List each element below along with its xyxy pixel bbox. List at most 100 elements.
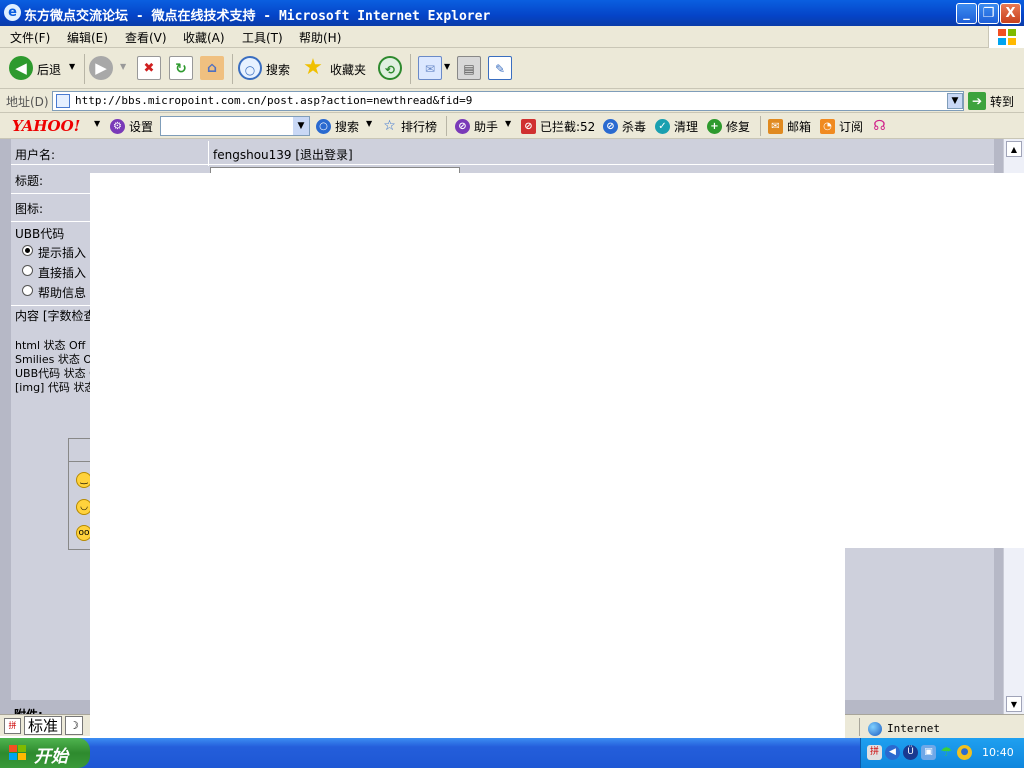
ubb-direct-label[interactable]: 直接插入 (38, 264, 86, 281)
antivirus-icon[interactable]: ⊘ (603, 119, 618, 134)
yahoo-settings[interactable]: 设置 (129, 118, 153, 135)
favorites-star-icon[interactable]: ★ (301, 56, 325, 80)
yahoo-search-dropdown-arrow-icon[interactable]: ▼ (366, 119, 372, 128)
maximize-button[interactable]: ❐ (978, 3, 999, 24)
scroll-down-icon[interactable]: ▼ (1006, 696, 1022, 712)
network-icon[interactable]: ▣ (921, 745, 936, 760)
assistant-dropdown-icon[interactable]: ▼ (505, 119, 511, 128)
stop-icon[interactable]: ✖ (137, 56, 161, 80)
clean-icon[interactable]: ✓ (655, 119, 670, 134)
messenger-icon[interactable]: ● (957, 745, 972, 760)
yahoo-mail[interactable]: 邮箱 (787, 118, 811, 135)
yahoo-clean[interactable]: 清理 (674, 118, 698, 135)
settings-icon[interactable]: ⚙ (110, 119, 125, 134)
content-label[interactable]: 内容 [字数检查 (15, 307, 96, 324)
ime-toolbar: 拼 标准 ☽ (0, 714, 90, 736)
yahoo-subscribe[interactable]: 订阅 (839, 118, 863, 135)
ime-icon[interactable]: 拼 (4, 718, 21, 734)
yahoo-search-button[interactable]: 搜索 (335, 118, 359, 135)
ubb-prompt-label[interactable]: 提示插入 (38, 244, 86, 261)
ime-half-width-icon[interactable]: ☽ (65, 716, 83, 735)
title-bar[interactable]: e 东方微点交流论坛 - 微点在线技术支持 - Microsoft Intern… (0, 0, 1024, 26)
ubb-label: UBB代码 (15, 227, 65, 241)
minimize-button[interactable]: _ (956, 3, 977, 24)
yahoo-blocked-count[interactable]: 已拦截:52 (540, 118, 595, 135)
window-title: 东方微点交流论坛 - 微点在线技术支持 - Microsoft Internet… (24, 9, 491, 24)
yahoo-logo[interactable]: YAHOO! (12, 117, 80, 135)
search-button-label[interactable]: 搜索 (266, 61, 290, 78)
ime-mode[interactable]: 标准 (24, 716, 62, 735)
umbrella-icon[interactable]: ☂ (939, 745, 954, 760)
menu-edit[interactable]: 编辑(E) (67, 29, 108, 46)
img-status: [img] 代码 状态 (15, 381, 96, 394)
ranking-star-icon[interactable]: ☆ (382, 119, 397, 134)
menu-tools[interactable]: 工具(T) (242, 29, 283, 46)
ubb-prompt-radio[interactable] (22, 245, 33, 256)
taskbar: 开始 拼 ◀ Ü ▣ ☂ ● 10:40 (0, 738, 1024, 768)
system-tray: 拼 ◀ Ü ▣ ☂ ● 10:40 (860, 738, 1024, 768)
address-bar: 地址(D) http://bbs.micropoint.com.cn/post.… (0, 89, 1024, 113)
address-dropdown-icon[interactable]: ▼ (947, 93, 963, 109)
close-button[interactable]: X (1000, 3, 1021, 24)
forward-arrow-icon[interactable]: ▶ (89, 56, 113, 80)
home-icon[interactable]: ⌂ (200, 56, 224, 80)
back-dropdown-icon[interactable]: ▼ (69, 62, 75, 71)
start-button[interactable]: 开始 (0, 738, 90, 768)
forward-dropdown-icon[interactable]: ▼ (120, 62, 126, 71)
menu-favorites[interactable]: 收藏(A) (183, 29, 225, 46)
favorites-button-label[interactable]: 收藏夹 (330, 61, 366, 78)
icon-label: 图标: (15, 202, 44, 216)
go-arrow-icon[interactable]: ➔ (968, 92, 986, 110)
occluded-region (90, 173, 845, 768)
popup-blocker-icon[interactable]: ⊘ (521, 119, 536, 134)
mail-icon[interactable]: ✉ (418, 56, 442, 80)
headphones-icon[interactable]: ☊ (872, 119, 887, 134)
back-button-label[interactable]: 后退 (37, 61, 61, 78)
edit-icon[interactable]: ✎ (488, 56, 512, 80)
internet-globe-icon (868, 722, 882, 736)
yahoo-repair[interactable]: 修复 (726, 118, 750, 135)
scroll-up-icon[interactable]: ▲ (1006, 141, 1022, 157)
title-label: 标题: (15, 174, 44, 188)
back-arrow-icon[interactable]: ◀ (9, 56, 33, 80)
mail-dropdown-icon[interactable]: ▼ (444, 62, 450, 71)
username-value[interactable]: fengshou139 [退出登录] (213, 146, 353, 163)
ubb-help-label[interactable]: 帮助信息 (38, 284, 86, 301)
yahoo-antivirus[interactable]: 杀毒 (622, 118, 646, 135)
clock: 10:40 (982, 746, 1014, 759)
go-button-label[interactable]: 转到 (990, 93, 1014, 110)
ime-tray-icon[interactable]: 拼 (867, 745, 882, 760)
yahoo-search-dropdown-icon[interactable]: ▼ (293, 117, 309, 135)
search-icon[interactable]: ○ (238, 56, 262, 80)
menu-help[interactable]: 帮助(H) (299, 29, 341, 46)
yahoo-search-input[interactable]: ▼ (160, 116, 310, 136)
ubb-direct-radio[interactable] (22, 265, 33, 276)
menu-view[interactable]: 查看(V) (125, 29, 167, 46)
mailbox-icon[interactable]: ✉ (768, 119, 783, 134)
page-left-gutter (0, 139, 11, 714)
back-tray-icon[interactable]: ◀ (885, 745, 900, 760)
address-url[interactable]: http://bbs.micropoint.com.cn/post.asp?ac… (75, 94, 472, 107)
windows-logo-icon (9, 745, 26, 760)
address-label: 地址(D) (6, 95, 49, 109)
address-input[interactable]: http://bbs.micropoint.com.cn/post.asp?ac… (52, 91, 964, 111)
history-icon[interactable]: ⟲ (378, 56, 402, 80)
ubb-help-radio[interactable] (22, 285, 33, 296)
ie-icon[interactable]: e (4, 4, 21, 21)
start-label: 开始 (34, 747, 68, 767)
menu-file[interactable]: 文件(F) (10, 29, 50, 46)
yahoo-assistant[interactable]: 助手 (474, 118, 498, 135)
refresh-icon[interactable]: ↻ (169, 56, 193, 80)
yahoo-menu-dropdown-icon[interactable]: ▼ (94, 119, 100, 128)
assistant-icon[interactable]: ⊘ (455, 119, 470, 134)
rss-icon[interactable]: ◔ (820, 119, 835, 134)
print-icon[interactable]: ▤ (457, 56, 481, 80)
standard-toolbar: ◀ 后退 ▼ ▶ ▼ ✖ ↻ ⌂ ○ 搜索 ★ 收藏夹 ⟲ ✉ ▼ ▤ ✎ (0, 48, 1024, 89)
username-label: 用户名: (15, 148, 56, 162)
page-icon (56, 94, 70, 108)
yahoo-toolbar: YAHOO! ▼ ⚙ 设置 ▼ ○ 搜索 ▼ ☆ 排行榜 ⊘ 助手 ▼ ⊘ 已拦… (0, 113, 1024, 139)
shield-icon[interactable]: Ü (903, 745, 918, 760)
yahoo-search-icon[interactable]: ○ (316, 119, 331, 134)
repair-icon[interactable]: + (707, 119, 722, 134)
yahoo-ranking[interactable]: 排行榜 (401, 118, 437, 135)
